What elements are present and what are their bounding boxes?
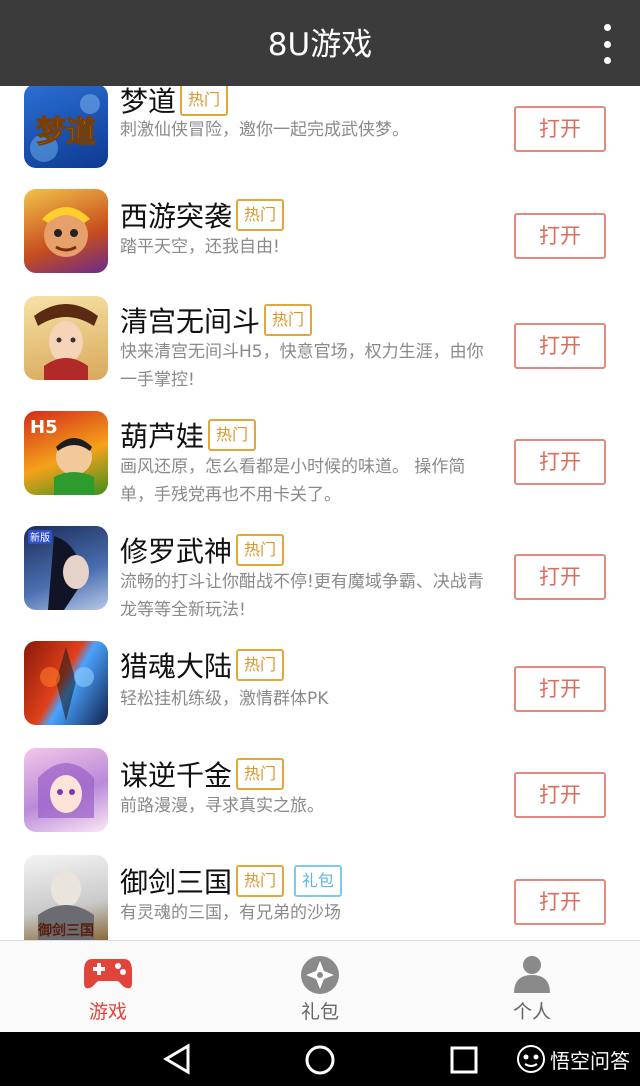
game-name: 西游突袭: [120, 200, 233, 233]
game-icon-yujian: 御剑三国: [24, 855, 108, 940]
game-icon-mouni: [24, 748, 108, 832]
game-name: 猎魂大陆: [120, 650, 233, 683]
more-vertical-icon[interactable]: [600, 24, 614, 64]
hot-badge: 热门: [236, 865, 285, 897]
game-desc: 快来清宫无间斗H5，快意官场，权力生涯，由你一手掌控!: [120, 342, 484, 390]
game-name: 清宫无间斗: [120, 305, 261, 338]
system-nav-bar: 悟空问答: [0, 1032, 640, 1086]
game-icon-liehun: [24, 641, 108, 725]
hot-badge: 热门: [180, 86, 229, 116]
game-icon-xiyou: [24, 189, 108, 273]
game-item-xiyou[interactable]: 西游突袭 热门 踏平天空，还我自由! 打开: [0, 189, 640, 296]
tab-gifts[interactable]: 礼包: [260, 941, 380, 1033]
game-icon-mengdao: 梦道: [24, 86, 108, 168]
hot-badge: 热门: [236, 534, 285, 566]
tab-profile[interactable]: 个人: [472, 941, 592, 1033]
game-desc: 刺激仙侠冒险，邀你一起完成武侠梦。: [120, 120, 409, 140]
tab-label: 游戏: [88, 1001, 127, 1023]
open-button[interactable]: 打开: [514, 106, 606, 152]
game-desc: 踏平天空，还我自由!: [120, 237, 280, 257]
game-desc: 画风还原，怎么看都是小时候的味道。 操作简单，手残党再也不用卡关了。: [120, 457, 466, 505]
game-name: 梦道: [120, 86, 177, 118]
tab-games[interactable]: 游戏: [48, 941, 168, 1033]
person-icon: [514, 956, 550, 993]
game-list[interactable]: 梦道 梦道 热门 刺激仙侠冒险，邀你一起完成武侠梦。 打开 西游突袭 热门 踏平…: [0, 86, 640, 940]
game-name: 谋逆千金: [120, 759, 233, 792]
open-button[interactable]: 打开: [514, 439, 606, 485]
open-button[interactable]: 打开: [514, 879, 606, 925]
game-item-liehun[interactable]: 猎魂大陆 热门 轻松挂机练级，激情群体PK 打开: [0, 641, 640, 748]
tab-label: 礼包: [300, 1001, 339, 1023]
game-icon-huluwa: H5: [24, 411, 108, 495]
icon-lettering: H5: [30, 417, 58, 438]
recents-square-icon[interactable]: [444, 1032, 484, 1086]
game-desc: 轻松挂机练级，激情群体PK: [120, 689, 329, 709]
game-item-mengdao[interactable]: 梦道 梦道 热门 刺激仙侠冒险，邀你一起完成武侠梦。 打开: [0, 86, 640, 176]
game-name: 修罗武神: [120, 535, 233, 568]
gamepad-icon: [84, 959, 132, 989]
watermark: 悟空问答: [516, 1044, 630, 1074]
gift-shuriken-icon: [301, 956, 339, 994]
open-button[interactable]: 打开: [514, 554, 606, 600]
tab-label: 个人: [512, 1001, 551, 1023]
open-button[interactable]: 打开: [514, 323, 606, 369]
hot-badge: 热门: [208, 419, 257, 451]
icon-lettering: 御剑三国: [37, 922, 94, 939]
icon-lettering: 梦道: [36, 115, 96, 150]
game-name: 葫芦娃: [120, 420, 205, 453]
hot-badge: 热门: [236, 199, 285, 231]
game-item-huluwa[interactable]: H5 葫芦娃 热门 画风还原，怎么看都是小时候的味道。 操作简单，手残党再也不用…: [0, 411, 640, 526]
game-item-qinggong[interactable]: 清宫无间斗 热门 快来清宫无间斗H5，快意官场，权力生涯，由你一手掌控! 打开: [0, 296, 640, 411]
gift-badge: 礼包: [294, 865, 343, 897]
hot-badge: 热门: [236, 758, 285, 790]
game-desc: 有灵魂的三国，有兄弟的沙场: [120, 903, 341, 923]
open-button[interactable]: 打开: [514, 213, 606, 259]
hot-badge: 热门: [264, 304, 313, 336]
game-name: 御剑三国: [120, 866, 233, 899]
game-item-yujian[interactable]: 御剑三国 御剑三国 热门 礼包 有灵魂的三国，有兄弟的沙场 打开: [0, 855, 640, 940]
hot-badge: 热门: [236, 649, 285, 681]
back-triangle-icon[interactable]: [158, 1032, 198, 1086]
wukong-logo-icon: [517, 1045, 545, 1073]
bottom-tab-bar: 游戏 礼包 个人: [0, 940, 640, 1033]
open-button[interactable]: 打开: [514, 772, 606, 818]
game-desc: 前路漫漫，寻求真实之旅。: [120, 796, 324, 816]
game-icon-xiuluo: 新版: [24, 526, 108, 610]
home-circle-icon[interactable]: [300, 1032, 340, 1086]
game-icon-qinggong: [24, 296, 108, 380]
game-item-xiuluo[interactable]: 新版 修罗武神 热门 流畅的打斗让你酣战不停!更有魔域争霸、决战青龙等等全新玩法…: [0, 526, 640, 641]
game-desc: 流畅的打斗让你酣战不停!更有魔域争霸、决战青龙等等全新玩法!: [120, 572, 484, 620]
game-item-mouni[interactable]: 谋逆千金 热门 前路漫漫，寻求真实之旅。 打开: [0, 748, 640, 855]
open-button[interactable]: 打开: [514, 666, 606, 712]
watermark-text: 悟空问答: [550, 1048, 630, 1073]
app-title: 8U游戏: [267, 27, 373, 63]
app-bar: 8U游戏: [0, 0, 640, 86]
icon-lettering: 新版: [30, 531, 50, 544]
